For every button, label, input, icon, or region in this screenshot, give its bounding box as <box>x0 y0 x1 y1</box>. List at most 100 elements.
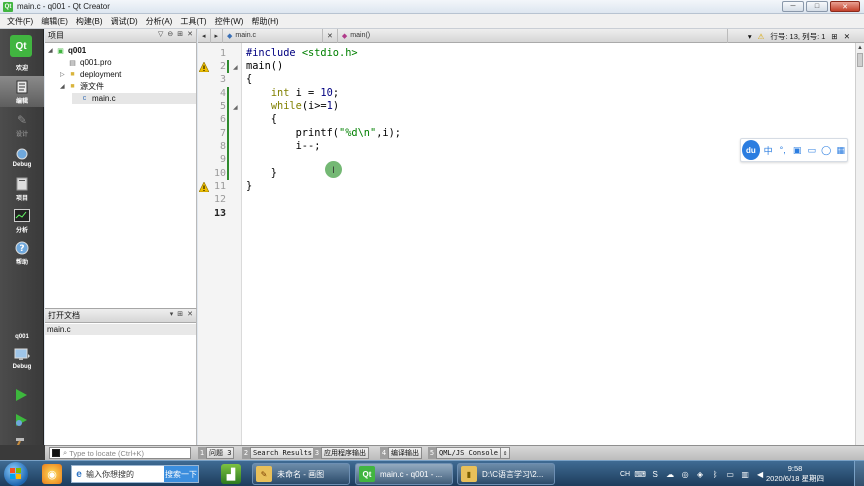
symbol-selector[interactable]: ◆ main() <box>338 28 728 43</box>
output-pane-compile-output[interactable]: 4 编译输出 <box>380 447 422 459</box>
ime-skin-icon[interactable]: ▭ <box>805 145 818 156</box>
close-icon[interactable]: ✕ <box>187 310 193 318</box>
nav-back-button[interactable]: ◂ <box>198 28 211 43</box>
close-icon[interactable]: ✕ <box>844 32 850 41</box>
bluetooth-icon[interactable]: ᛒ <box>710 469 720 479</box>
output-pane-application-output[interactable]: 3 应用程序输出 <box>313 447 369 459</box>
taskbar-search-button[interactable]: 搜索一下 <box>164 466 198 482</box>
mode-welcome-label: 欢迎 <box>15 65 28 72</box>
warning-icon[interactable] <box>199 182 209 192</box>
locator-input[interactable]: ⌕ Type to locate (Ctrl+K) <box>49 447 191 459</box>
mode-welcome[interactable]: 欢迎 <box>0 60 44 74</box>
line-number: 12 <box>213 194 226 205</box>
minimize-button[interactable]: ─ <box>782 1 804 12</box>
scroll-up-icon[interactable]: ▲ <box>856 43 864 52</box>
editor-vertical-scrollbar[interactable]: ▲ <box>855 43 864 445</box>
menu-help[interactable]: 帮助(H) <box>247 16 282 27</box>
taskbar-task-paint[interactable]: ✎ 未命名 - 画图 <box>252 463 350 485</box>
mode-edit-label: 编辑 <box>15 98 28 105</box>
open-document-item[interactable]: main.c <box>45 324 196 335</box>
warning-icon[interactable] <box>199 62 209 72</box>
output-pane-qml-console[interactable]: 5 QML/JS Console <box>428 447 502 459</box>
system-tray: CH ⌨ S ☁ ◎ ◈ ᛒ ▭ ▥ ◀ <box>620 464 765 484</box>
scroll-thumb[interactable] <box>857 53 863 67</box>
menu-build[interactable]: 构建(B) <box>72 16 107 27</box>
split-icon[interactable]: ⊞ <box>831 32 837 41</box>
title-bar: Qt main.c - q001 - Qt Creator ─ □ ✕ <box>0 0 864 14</box>
mode-debug[interactable]: Debug <box>0 141 44 172</box>
run-button[interactable] <box>12 386 30 404</box>
input-language-indicator[interactable]: CH <box>620 471 630 478</box>
mode-edit[interactable]: 编辑 <box>0 76 44 107</box>
baidu-ime-logo-icon[interactable]: du <box>742 140 760 160</box>
ime-toolbox-icon[interactable]: ▣ <box>791 145 804 156</box>
expand-arrow-icon[interactable]: ▷ <box>60 71 68 78</box>
cloud-icon[interactable]: ☁ <box>665 469 675 479</box>
tree-item-q001[interactable]: ◢ ▣ q001 <box>48 45 86 56</box>
split-icon[interactable]: ⊞ <box>177 30 183 38</box>
output-pane-issues[interactable]: 1 问题 3 <box>198 447 235 459</box>
tree-item-main-c[interactable]: c main.c <box>72 93 196 104</box>
start-button[interactable] <box>4 462 28 486</box>
network-icon[interactable]: ▥ <box>740 469 750 479</box>
close-icon[interactable]: ✕ <box>187 30 193 38</box>
dropdown-icon[interactable]: ▾ <box>170 310 174 318</box>
sogou-icon[interactable]: S <box>650 469 660 479</box>
mode-design[interactable]: ✎ 设计 <box>0 109 44 140</box>
mode-analyze[interactable]: 分析 <box>0 205 44 236</box>
qt-project-icon: ▣ <box>57 47 64 55</box>
line-number-current: 13 <box>213 208 226 219</box>
chart-app-icon[interactable]: ▟ <box>221 464 241 484</box>
pane-number: 4 <box>380 447 388 459</box>
split-icon[interactable]: ⊞ <box>177 310 183 318</box>
fold-arrow-icon[interactable]: ◢ <box>233 64 238 71</box>
project-panel-header: 项目 ▽ ⊖ ⊞ ✕ <box>45 29 196 43</box>
expand-arrow-icon[interactable]: ◢ <box>48 47 56 54</box>
mode-projects[interactable]: 项目 <box>0 173 44 204</box>
close-button[interactable]: ✕ <box>830 1 860 12</box>
target-selector[interactable]: Debug <box>0 343 44 374</box>
expand-arrow-icon[interactable]: ◢ <box>60 83 68 90</box>
tree-item-q001-pro[interactable]: ▤ q001.pro <box>60 57 111 68</box>
security-icon[interactable]: ◎ <box>680 469 690 479</box>
close-file-button[interactable]: ✕ <box>323 28 338 43</box>
debug-run-icon <box>16 414 27 426</box>
taskbar-task-explorer[interactable]: ▮ D:\C语言学习\2... <box>457 463 555 485</box>
tree-item-sources[interactable]: ◢ ■ 源文件 <box>60 81 104 92</box>
taskbar-clock[interactable]: 9:58 2020/6/18 星期四 <box>760 464 830 484</box>
menu-edit[interactable]: 编辑(E) <box>37 16 72 27</box>
debug-run-button[interactable] <box>12 411 30 429</box>
ime-chinese-mode-toggle[interactable]: 中 <box>762 144 775 157</box>
menu-widgets[interactable]: 控件(W) <box>211 16 248 27</box>
project-panel-title[interactable]: 项目 <box>48 30 64 41</box>
output-pane-search-results[interactable]: 2 Search Results <box>242 447 316 459</box>
shield-icon[interactable]: ◈ <box>695 469 705 479</box>
show-desktop-button[interactable] <box>854 461 864 486</box>
ime-menu-icon[interactable]: ▦ <box>834 145 847 156</box>
nav-forward-button[interactable]: ▸ <box>211 28 224 43</box>
link-icon[interactable]: ⊖ <box>167 30 173 38</box>
mode-debug-label: Debug <box>12 162 32 168</box>
filter-icon[interactable]: ▽ <box>158 30 163 38</box>
file-selector[interactable]: ◆ main.c <box>223 28 324 43</box>
qt-logo-icon[interactable]: Qt <box>10 35 32 57</box>
ime-punctuation-toggle[interactable]: °, <box>776 145 789 155</box>
dropdown-icon[interactable]: ▾ <box>748 32 752 41</box>
menu-debug[interactable]: 调试(D) <box>107 16 142 27</box>
menu-file[interactable]: 文件(F) <box>3 16 37 27</box>
mode-help[interactable]: ? 帮助 <box>0 237 44 268</box>
keyboard-icon[interactable]: ⌨ <box>634 469 646 479</box>
browser-shortcut-icon[interactable]: ◉ <box>42 464 62 484</box>
cursor-position[interactable]: 行号: 13, 列号: 1 <box>770 31 825 42</box>
fold-arrow-icon[interactable]: ◢ <box>233 104 238 111</box>
menu-analyze[interactable]: 分析(A) <box>142 16 177 27</box>
display-icon[interactable]: ▭ <box>725 469 735 479</box>
ime-user-icon[interactable]: ◯ <box>820 145 833 156</box>
menu-tools[interactable]: 工具(T) <box>176 16 210 27</box>
output-pane-more-button[interactable]: ⇕ <box>500 447 511 459</box>
maximize-button[interactable]: □ <box>806 1 828 12</box>
taskbar-task-qtcreator[interactable]: Qt main.c - q001 - ... <box>355 463 453 485</box>
taskbar-search-box[interactable]: e 输入你想搜的 搜索一下 <box>71 465 199 483</box>
code-editor[interactable]: 1 2 3 4 5 6 7 8 9 10 11 12 13 ◢ ◢ #inclu… <box>198 43 855 445</box>
tree-item-deployment[interactable]: ▷ ■ deployment <box>60 69 121 80</box>
